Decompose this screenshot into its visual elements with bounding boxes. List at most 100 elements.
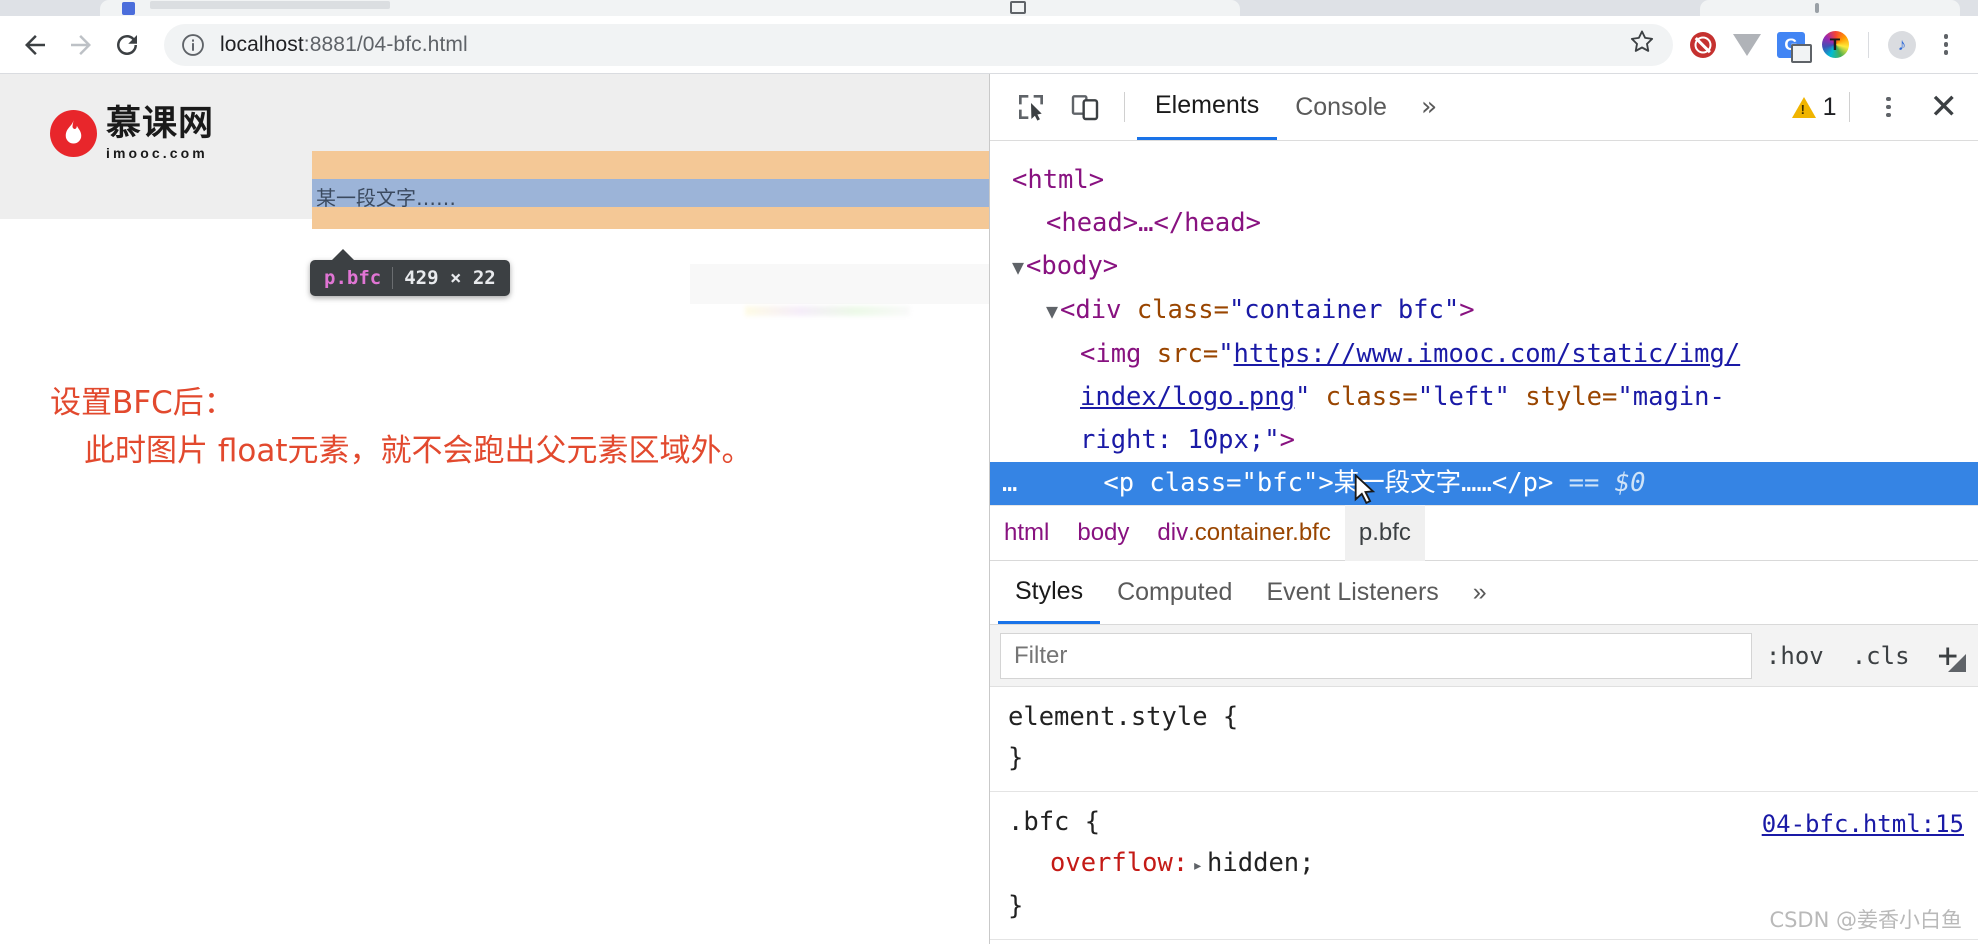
device-toolbar-button[interactable] xyxy=(1058,80,1112,134)
stylesheet-source-link[interactable]: 04-bfc.html:15 xyxy=(1762,804,1964,845)
dom-row-img[interactable]: <img src="https://www.imooc.com/static/i… xyxy=(990,333,1978,376)
breadcrumb: html body div .container.bfc p.bfc xyxy=(990,505,1978,561)
logo-chinese-text: 慕课网 xyxy=(106,104,215,144)
dom-p-attr: class= xyxy=(1149,468,1242,498)
dom-img-src-url-part1[interactable]: https://www.imooc.com/static/img/ xyxy=(1234,339,1741,369)
css-rules-list: element.style { } .bfc { 04-bfc.html:15 … xyxy=(990,687,1978,944)
toolbar-divider xyxy=(1868,31,1869,58)
dom-row-img-cont2[interactable]: right: 10px;"> xyxy=(990,419,1978,462)
dom-row-head[interactable]: <head>…</head> xyxy=(990,202,1978,245)
tab-favicon-icon xyxy=(122,2,135,15)
tab-styles[interactable]: Styles xyxy=(998,561,1101,624)
rainbow-t-extension-icon[interactable]: T xyxy=(1815,25,1855,65)
page-paragraph-text: 某一段文字…… xyxy=(316,186,456,210)
vimium-extension-icon[interactable] xyxy=(1727,25,1767,65)
tab-event-listeners[interactable]: Event Listeners xyxy=(1249,561,1455,624)
dom-p-equals: == xyxy=(1568,468,1600,498)
styles-pane-tabs: Styles Computed Event Listeners » xyxy=(990,561,1978,625)
csdn-watermark: CSDN @姜香小白鱼 xyxy=(1769,908,1962,932)
dom-p-closetag: </p> xyxy=(1491,468,1554,498)
adblock-extension-icon[interactable] xyxy=(1683,25,1723,65)
element-highlight-tooltip: p.bfc 429 × 22 xyxy=(310,249,510,296)
filter-input[interactable]: Filter xyxy=(1000,632,1752,679)
dom-p-gt: > xyxy=(1318,468,1334,498)
google-translate-glyph: G xyxy=(1777,31,1812,63)
dom-p-dollar-ref: $0 xyxy=(1614,468,1646,498)
devtools-toolbar-divider-2 xyxy=(1848,92,1850,122)
dom-row-p-selected[interactable]: … <p class="bfc">某一段文字……</p> == $0 xyxy=(990,462,1978,505)
reload-icon xyxy=(117,34,137,55)
browser-tab-secondary[interactable] xyxy=(1700,0,1960,16)
tab-indicator-icon xyxy=(1815,3,1819,13)
dom-row-body[interactable]: ▼<body> xyxy=(990,245,1978,289)
dom-img-value-class: "left" xyxy=(1417,382,1510,412)
more-tabs-chevron-icon[interactable]: » xyxy=(1405,74,1453,140)
dom-img-attr-src: src= xyxy=(1156,339,1219,369)
chrome-menu-button[interactable] xyxy=(1926,25,1966,65)
css-rule-element-style[interactable]: element.style { } xyxy=(990,687,1978,792)
tooltip-divider xyxy=(392,267,394,289)
breadcrumb-item-div-container[interactable]: div .container.bfc xyxy=(1143,505,1344,561)
styles-more-tabs-chevron-icon[interactable]: » xyxy=(1456,561,1504,624)
dom-body-tag: <body> xyxy=(1026,251,1119,281)
mouse-cursor-icon xyxy=(1352,473,1378,505)
dom-img-close: > xyxy=(1279,425,1295,455)
page-ghost-chips xyxy=(745,306,910,316)
devtools-toolbar: Elements Console » 1 ✕ xyxy=(990,74,1978,141)
back-button[interactable] xyxy=(12,22,58,68)
url-path: :8881/04-bfc.html xyxy=(303,32,468,56)
tooltip-dimensions-text: 429 × 22 xyxy=(404,267,496,289)
music-extension-icon[interactable]: ♪ xyxy=(1882,25,1922,65)
device-toggle-icon xyxy=(1071,95,1099,121)
hov-toggle-button[interactable]: :hov xyxy=(1752,642,1838,670)
devtools-settings-button[interactable] xyxy=(1862,80,1916,134)
tab-computed[interactable]: Computed xyxy=(1100,561,1249,624)
back-arrow-icon xyxy=(25,34,45,55)
close-devtools-button[interactable]: ✕ xyxy=(1916,87,1965,127)
dom-collapsed-ellipsis[interactable]: … xyxy=(990,468,1019,498)
new-tab-icon[interactable] xyxy=(1010,1,1026,14)
dom-html-tag: <html> xyxy=(1012,165,1105,195)
url-text: localhost:8881/04-bfc.html xyxy=(220,33,468,57)
annotation-note: 设置BFC后： 此时图片 float元素，就不会跑出父元素区域外。 xyxy=(50,379,753,475)
breadcrumb-item-html[interactable]: html xyxy=(990,505,1063,561)
tab-elements[interactable]: Elements xyxy=(1137,74,1278,140)
dom-row-html[interactable]: <html> xyxy=(990,159,1978,202)
dom-row-div-container[interactable]: ▼<div class="container bfc"> xyxy=(990,289,1978,333)
tab-console[interactable]: Console xyxy=(1277,74,1405,140)
forward-arrow-icon xyxy=(71,34,91,55)
tab-title-text xyxy=(150,1,390,9)
cls-toggle-button[interactable]: .cls xyxy=(1838,642,1924,670)
css-property-value[interactable]: hidden; xyxy=(1207,848,1314,878)
imooc-logo: 慕课网 imooc.com xyxy=(50,107,214,160)
dom-img-src-url-part2[interactable]: index/logo.png xyxy=(1080,382,1295,412)
annotation-line-2: 此时图片 float元素，就不会跑出父元素区域外。 xyxy=(84,433,753,470)
tooltip-selector-text: p.bfc xyxy=(324,267,382,289)
dom-div-tag: <div xyxy=(1060,295,1137,325)
forward-button[interactable] xyxy=(58,22,104,68)
expand-triangle-icon[interactable]: ▼ xyxy=(1012,255,1024,279)
expand-triangle-icon[interactable]: ▼ xyxy=(1046,299,1058,323)
warning-indicator[interactable]: 1 xyxy=(1791,93,1837,122)
kebab-menu-icon xyxy=(1886,96,1891,118)
css-declaration-overflow[interactable]: overflow: ▸ hidden; xyxy=(1008,843,1960,886)
bookmark-star-icon[interactable] xyxy=(1627,27,1657,62)
dom-p-tag: <p xyxy=(1103,468,1150,498)
inspect-element-button[interactable] xyxy=(1004,80,1058,134)
breadcrumb-div-tag: div xyxy=(1157,519,1189,546)
address-bar[interactable]: localhost:8881/04-bfc.html xyxy=(164,23,1673,66)
rainbow-t-glyph: T xyxy=(1821,31,1849,58)
site-info-icon[interactable] xyxy=(180,32,206,58)
toolbar-extensions: G T ♪ xyxy=(1683,25,1966,65)
breadcrumb-item-body[interactable]: body xyxy=(1063,505,1143,561)
dom-div-close: > xyxy=(1459,295,1475,325)
breadcrumb-item-p-bfc[interactable]: p.bfc xyxy=(1344,505,1425,561)
new-style-rule-button[interactable]: + xyxy=(1924,636,1968,676)
google-translate-icon[interactable]: G xyxy=(1771,25,1812,65)
element-style-selector: element.style { xyxy=(1008,702,1239,732)
reload-button[interactable] xyxy=(104,22,150,68)
breadcrumb-div-classes: .container.bfc xyxy=(1188,519,1331,546)
dom-p-value: "bfc" xyxy=(1241,468,1319,498)
dom-row-img-cont[interactable]: index/logo.png" class="left" style="magi… xyxy=(990,376,1978,419)
expand-shorthand-triangle-icon[interactable]: ▸ xyxy=(1192,855,1203,876)
